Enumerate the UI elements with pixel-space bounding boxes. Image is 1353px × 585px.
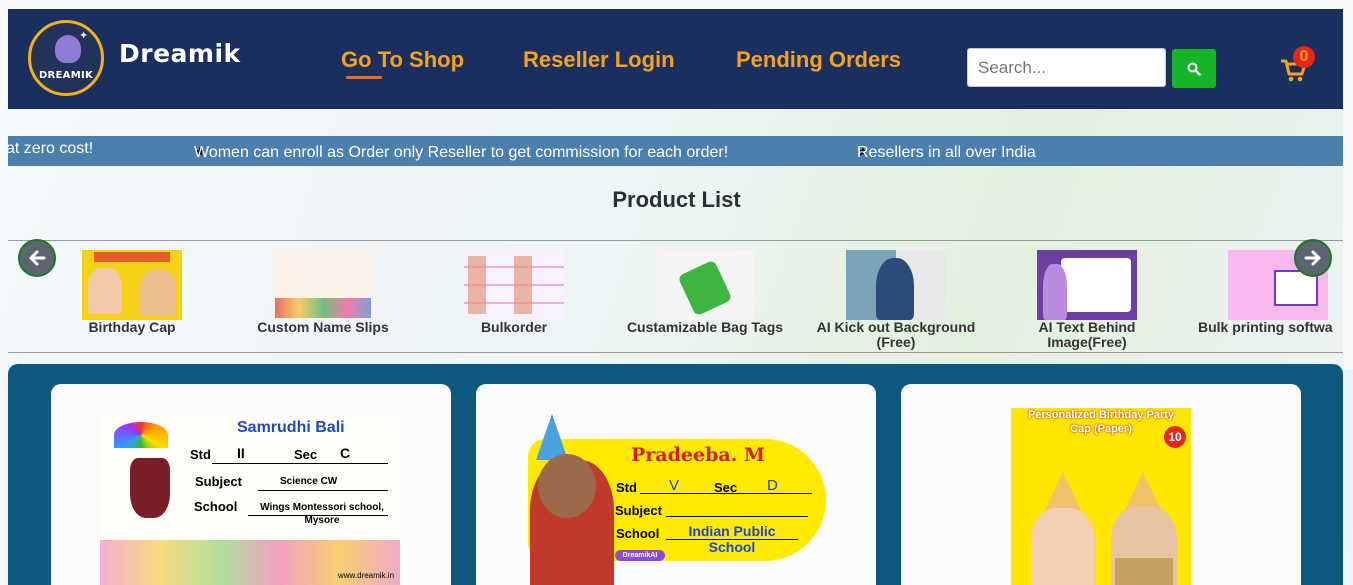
marquee-text: Resellers in all over India bbox=[857, 144, 1036, 161]
product-card[interactable]: Pradeeba. M Std V Sec D Subject School I… bbox=[476, 384, 876, 585]
product-item-bag-tags[interactable]: Custamizable Bag Tags bbox=[605, 250, 805, 335]
birthday-cap-image: Personalized Birthday Party Cap (Paper) … bbox=[1011, 408, 1191, 585]
product-label: Birthday Cap bbox=[88, 319, 176, 335]
slip-subject-label: Subject bbox=[195, 474, 242, 489]
slip-sec-value: C bbox=[340, 445, 351, 461]
product-item-ai-text-behind-image[interactable]: AI Text Behind Image(Free) bbox=[987, 250, 1187, 350]
slip-school-label: School bbox=[616, 526, 660, 541]
slip-std-label: Std bbox=[616, 480, 637, 495]
name-slip-image: Samrudhi Bali Std II Sec C Subject Scien… bbox=[100, 414, 400, 585]
product-thumbnail bbox=[82, 250, 182, 320]
arrow-right-icon bbox=[1304, 250, 1321, 266]
cap-title: Personalized Birthday Party Cap (Paper) bbox=[1027, 409, 1175, 435]
slip-std-value: V bbox=[669, 477, 680, 494]
product-label: Custom Name Slips bbox=[257, 319, 389, 335]
product-card[interactable]: Samrudhi Bali Std II Sec C Subject Scien… bbox=[51, 384, 451, 585]
product-thumbnail bbox=[1037, 250, 1137, 320]
cart-count-badge: 0 bbox=[1293, 46, 1315, 68]
slip-sec-value: D bbox=[767, 477, 778, 494]
product-label: AI Text Behind Image(Free) bbox=[1038, 319, 1136, 350]
product-list-title: Product List bbox=[612, 187, 741, 212]
slip-sec-label: Sec bbox=[294, 447, 318, 462]
divider bbox=[8, 352, 1343, 353]
product-card[interactable]: Personalized Birthday Party Cap (Paper) … bbox=[901, 384, 1301, 585]
cap-count-badge: 10 bbox=[1164, 426, 1186, 448]
slip-school-label: School bbox=[194, 499, 238, 514]
slip-subject-value: Science CW bbox=[280, 476, 338, 487]
dreamik-logo[interactable]: ✦ DREAMIK bbox=[28, 20, 104, 96]
product-thumbnail bbox=[464, 250, 564, 320]
site-header: ✦ DREAMIK Dreamik Go To Shop Reseller Lo… bbox=[8, 9, 1343, 109]
party-hat-icon bbox=[536, 414, 568, 460]
product-thumbnail bbox=[655, 250, 755, 320]
nav-go-to-shop[interactable]: Go To Shop bbox=[341, 47, 464, 79]
carousel-prev-button[interactable] bbox=[18, 239, 56, 277]
carousel-next-button[interactable] bbox=[1294, 239, 1332, 277]
slip-school-value: Wings Montessori school, Mysore bbox=[260, 502, 384, 526]
product-item-custom-name-slips[interactable]: Custom Name Slips bbox=[223, 250, 423, 335]
logo-text: DREAMIK bbox=[38, 70, 94, 81]
slip-subject-label: Subject bbox=[615, 503, 662, 518]
brain-head-icon bbox=[55, 35, 81, 63]
search-input[interactable] bbox=[967, 48, 1166, 87]
product-item-birthday-cap[interactable]: Birthday Cap bbox=[32, 250, 232, 335]
sparkle-icon: ✦ bbox=[79, 29, 89, 42]
arrow-left-icon bbox=[29, 250, 46, 266]
search-icon bbox=[1187, 62, 1201, 76]
product-label: Bulkorder bbox=[480, 319, 548, 335]
brand-name[interactable]: Dreamik bbox=[119, 39, 241, 68]
dreamikai-tag: DreamikAI bbox=[615, 550, 665, 561]
product-label: Custamizable Bag Tags bbox=[626, 319, 784, 335]
product-label: Bulk printing softwa bbox=[1198, 319, 1333, 335]
slip-std-value: II bbox=[237, 445, 245, 461]
nav-pending-orders[interactable]: Pending Orders bbox=[736, 47, 901, 73]
product-label: AI Kick out Background (Free) bbox=[816, 319, 976, 350]
nav-reseller-login[interactable]: Reseller Login bbox=[523, 47, 675, 73]
product-item-bulkorder[interactable]: Bulkorder bbox=[414, 250, 614, 335]
product-item-ai-kick-out-background[interactable]: AI Kick out Background (Free) bbox=[796, 250, 996, 350]
slip-name: Pradeeba. M bbox=[631, 444, 765, 466]
marquee-text: Women can enroll as Order only Reseller … bbox=[194, 144, 729, 161]
search-button[interactable] bbox=[1172, 49, 1216, 88]
product-thumbnail bbox=[273, 250, 373, 320]
divider bbox=[8, 240, 1343, 241]
slip-url: www.dreamik.in bbox=[338, 571, 395, 580]
slip-name: Samrudhi Bali bbox=[237, 419, 345, 436]
top-strip bbox=[0, 0, 1353, 9]
announcement-marquee: at zero cost! ★ Women can enroll as Order… bbox=[8, 136, 1343, 166]
slip-std-label: Std bbox=[190, 447, 211, 462]
product-thumbnail bbox=[846, 250, 946, 320]
marquee-item: at zero cost! bbox=[8, 140, 94, 157]
